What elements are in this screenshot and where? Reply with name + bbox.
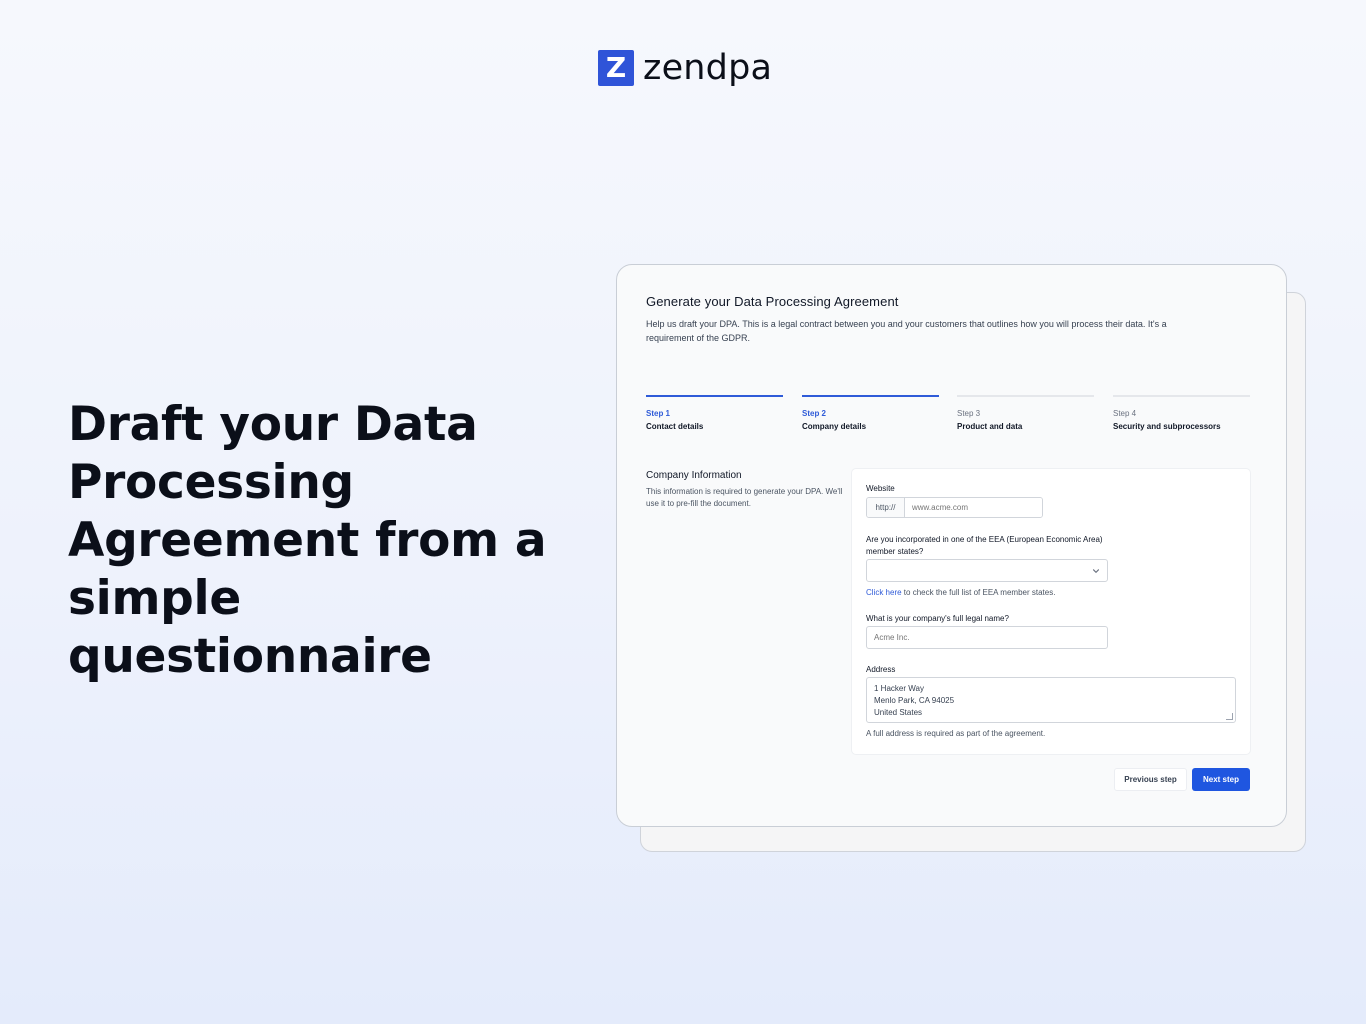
eea-helper: Click here to check the full list of EEA… xyxy=(866,587,1055,599)
step-name: Product and data xyxy=(957,422,1023,431)
website-input[interactable] xyxy=(905,498,1042,517)
step-number: Step 1 xyxy=(646,409,671,418)
address-textarea[interactable]: 1 Hacker Way Menlo Park, CA 94025 United… xyxy=(866,677,1236,723)
section-title: Company Information xyxy=(646,470,742,481)
eea-helper-text: to check the full list of EEA member sta… xyxy=(901,588,1056,597)
step-progress: Step 1 Contact details Step 2 Company de… xyxy=(646,395,1250,435)
step-number: Step 4 xyxy=(1113,409,1137,418)
step-bar xyxy=(646,395,783,397)
address-label: Address xyxy=(866,665,896,674)
step-security-subprocessors[interactable]: Step 4 Security and subprocessors xyxy=(1113,395,1250,432)
website-field-group: http:// xyxy=(866,497,1043,518)
resize-handle-icon[interactable] xyxy=(1226,713,1233,720)
company-form: Website http:// Are you incorporated in … xyxy=(852,469,1250,754)
previous-step-button[interactable]: Previous step xyxy=(1114,768,1187,791)
wizard-description: Help us draft your DPA. This is a legal … xyxy=(646,319,1167,343)
brand-name: zendpa xyxy=(643,48,773,88)
hero-headline: Draft your Data Processing Agreement fro… xyxy=(68,397,547,684)
step-name: Security and subprocessors xyxy=(1113,422,1221,431)
address-helper: A full address is required as part of th… xyxy=(866,729,1046,738)
chevron-down-icon xyxy=(1092,569,1100,573)
step-bar xyxy=(957,395,1094,397)
wizard-title: Generate your Data Processing Agreement xyxy=(646,294,899,309)
step-number: Step 3 xyxy=(957,409,981,418)
logo-icon: Z xyxy=(598,50,634,86)
step-number: Step 2 xyxy=(802,409,827,418)
next-step-button[interactable]: Next step xyxy=(1192,768,1250,791)
step-name: Contact details xyxy=(646,422,704,431)
step-contact-details[interactable]: Step 1 Contact details xyxy=(646,395,783,432)
brand-logo: Z zendpa xyxy=(598,50,772,86)
website-label: Website xyxy=(866,484,895,493)
legal-name-label: What is your company's full legal name? xyxy=(866,614,1009,623)
dpa-wizard-card: Generate your Data Processing Agreement … xyxy=(616,264,1287,827)
address-value: 1 Hacker Way Menlo Park, CA 94025 United… xyxy=(874,684,955,717)
step-name: Company details xyxy=(802,422,867,431)
eea-select[interactable] xyxy=(866,559,1108,582)
url-prefix: http:// xyxy=(867,498,905,517)
eea-list-link[interactable]: Click here xyxy=(866,588,902,597)
step-company-details[interactable]: Step 2 Company details xyxy=(802,395,939,432)
step-product-and-data[interactable]: Step 3 Product and data xyxy=(957,395,1094,432)
step-bar xyxy=(802,395,939,397)
section-description: This information is required to generate… xyxy=(646,487,843,508)
legal-name-input[interactable] xyxy=(866,626,1108,649)
step-bar xyxy=(1113,395,1250,397)
eea-label: Are you incorporated in one of the EEA (… xyxy=(866,535,1103,556)
